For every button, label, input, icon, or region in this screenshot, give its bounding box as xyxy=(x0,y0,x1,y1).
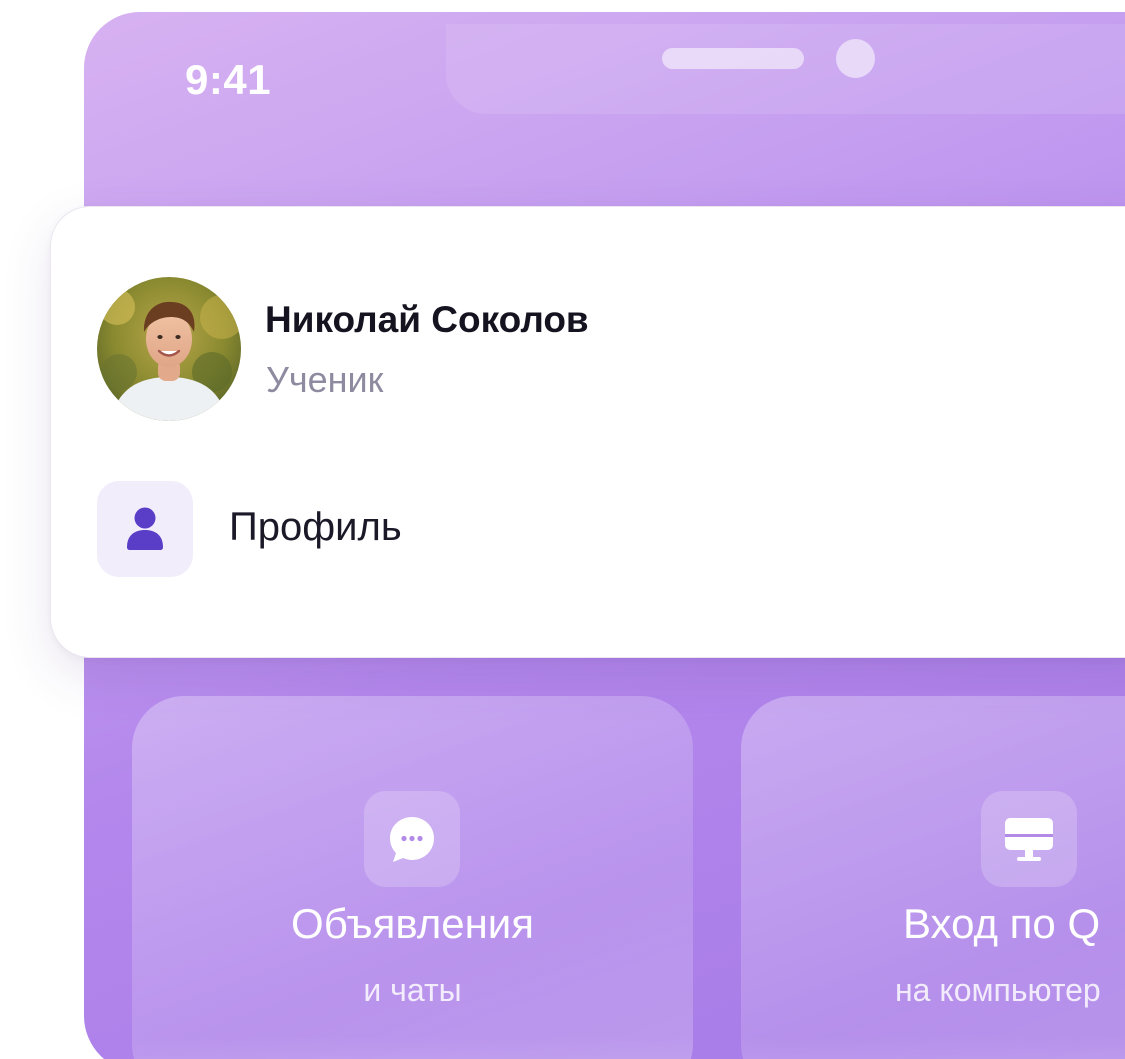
profile-card: Николай Соколов Ученик Профиль xyxy=(50,206,1125,658)
tile-title: Объявления xyxy=(291,900,534,947)
speaker-icon xyxy=(662,48,804,69)
avatar[interactable] xyxy=(97,277,241,421)
tile-glow xyxy=(132,1036,693,1059)
status-bar-notch xyxy=(446,24,1125,114)
tile-glow xyxy=(741,1036,1125,1059)
menu-item-profile[interactable]: Профиль xyxy=(97,481,1097,577)
camera-icon xyxy=(836,39,875,78)
person-icon xyxy=(97,481,193,577)
status-time: 9:41 xyxy=(185,56,272,103)
qr-login-tile[interactable]: Вход по Q на компьютер xyxy=(741,696,1125,1059)
tile-title: Вход по Q xyxy=(903,900,1101,947)
avatar-photo xyxy=(97,277,241,421)
announcements-tile[interactable]: Объявления и чаты xyxy=(132,696,693,1059)
chat-bubble-icon xyxy=(364,791,460,887)
menu-item-label: Профиль xyxy=(229,505,402,549)
tile-subtitle: и чаты xyxy=(363,972,462,1008)
tile-subtitle: на компьютер xyxy=(895,972,1101,1008)
user-name: Николай Соколов xyxy=(265,299,589,340)
app-screen: 9:41 Николай Соколов Ученик Профиль Объя… xyxy=(0,0,1125,1059)
user-role: Ученик xyxy=(266,359,384,400)
monitor-icon xyxy=(981,791,1077,887)
